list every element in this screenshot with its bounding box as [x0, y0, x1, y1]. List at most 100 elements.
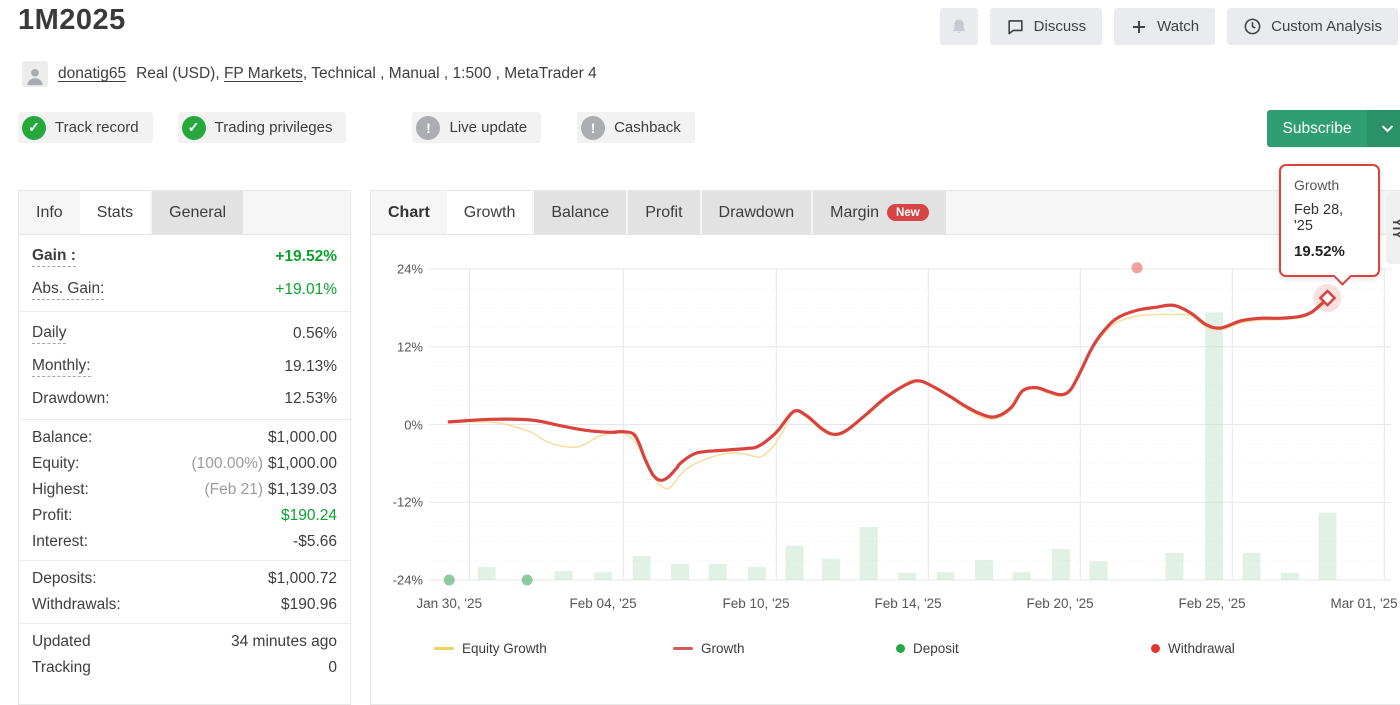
stat-row-drawdown: Drawdown: 12.53%	[19, 383, 350, 414]
badge-track-record[interactable]: ✓ Track record	[18, 112, 153, 143]
stat-label: Equity:	[32, 455, 79, 473]
stat-note: (100.00%)	[192, 455, 264, 472]
stats-panel-tabs: Info Stats General	[19, 191, 350, 235]
tab-profit[interactable]: Profit	[628, 191, 699, 234]
new-badge: New	[887, 204, 929, 221]
badge-cashback[interactable]: ! Cashback	[577, 112, 695, 143]
bell-icon	[949, 17, 969, 37]
subscribe-label: Subscribe	[1267, 120, 1367, 138]
stat-value: +19.52%	[275, 248, 337, 266]
x-tick: Mar 01, '25	[1331, 596, 1398, 611]
stat-value: -$5.66	[293, 533, 337, 551]
username-link[interactable]: donatig65	[58, 65, 126, 83]
tab-margin[interactable]: Margin New	[813, 191, 946, 234]
stat-value: 0.56%	[293, 325, 337, 343]
page-title: 1M2025	[18, 4, 126, 37]
watch-label: Watch	[1157, 18, 1199, 35]
badge-label: Cashback	[614, 119, 681, 136]
stat-label: Deposits:	[32, 570, 97, 588]
avatar	[22, 61, 48, 87]
cashflow-group: Deposits: $1,000.72 Withdrawals: $190.96	[19, 561, 350, 624]
legend-deposit[interactable]: Deposit	[896, 641, 959, 656]
stat-note: (Feb 21)	[204, 481, 263, 498]
x-tick: Feb 25, '25	[1179, 596, 1246, 611]
legend-label: Equity Growth	[462, 641, 547, 656]
legend-equity-growth[interactable]: Equity Growth	[434, 641, 547, 656]
tab-general[interactable]: General	[152, 191, 243, 234]
check-icon: ✓	[182, 116, 206, 140]
stat-label: Profit:	[32, 507, 72, 525]
discuss-label: Discuss	[1034, 18, 1087, 35]
stat-row-withdrawals: Withdrawals: $190.96	[19, 592, 350, 618]
stat-row-profit: Profit: $190.24	[19, 503, 350, 529]
exclamation-icon: !	[581, 116, 605, 140]
stat-value: $190.24	[281, 507, 337, 525]
chart-legend: Equity Growth Growth Deposit Withdrawal	[371, 641, 1400, 659]
side-tab-text: YIY	[1390, 218, 1400, 239]
stat-value: +19.01%	[275, 281, 337, 299]
badge-label: Trading privileges	[215, 119, 333, 136]
tab-stats[interactable]: Stats	[80, 191, 150, 234]
tab-balance[interactable]: Balance	[534, 191, 626, 234]
stat-value: 19.13%	[284, 358, 337, 376]
stat-label: Highest:	[32, 481, 89, 499]
chart-tabs: Chart Growth Balance Profit Drawdown Mar…	[371, 191, 1400, 235]
period-group: Daily 0.56% Monthly: 19.13% Drawdown: 12…	[19, 312, 350, 420]
verification-badges: ✓ Track record ✓ Trading privileges ! Li…	[18, 112, 695, 143]
clipped-vertical-side-tab[interactable]: YIY	[1386, 192, 1400, 264]
stat-value: $1,000.72	[268, 570, 337, 588]
watch-button[interactable]: Watch	[1114, 8, 1215, 45]
plus-icon	[1130, 18, 1148, 36]
legend-label: Deposit	[913, 641, 959, 656]
stat-row-daily: Daily 0.56%	[19, 317, 350, 350]
badge-trading-privileges[interactable]: ✓ Trading privileges	[178, 112, 347, 143]
subscribe-button[interactable]: Subscribe	[1267, 110, 1400, 147]
notifications-bell-button[interactable]	[940, 8, 978, 45]
y-tick: 24%	[397, 262, 423, 277]
stat-label: Balance:	[32, 429, 92, 447]
stat-label: Withdrawals:	[32, 596, 121, 614]
withdrawal-swatch	[1151, 644, 1160, 653]
x-axis-labels: Jan 30, '25Feb 04, '25Feb 10, '25Feb 14,…	[429, 596, 1391, 612]
legend-label: Growth	[701, 641, 745, 656]
y-tick: -24%	[393, 573, 423, 588]
tab-info[interactable]: Info	[19, 191, 80, 234]
check-icon: ✓	[22, 116, 46, 140]
custom-analysis-button[interactable]: Custom Analysis	[1227, 8, 1398, 45]
chart-panel: Chart Growth Balance Profit Drawdown Mar…	[370, 190, 1400, 705]
clock-icon	[1243, 17, 1262, 36]
stat-label: Drawdown:	[32, 390, 110, 408]
tab-drawdown[interactable]: Drawdown	[702, 191, 812, 234]
x-tick: Feb 14, '25	[875, 596, 942, 611]
legend-growth[interactable]: Growth	[673, 641, 745, 656]
y-axis-labels: 24%12%0%-12%-24%	[379, 269, 423, 580]
account-type: Real (USD),	[136, 65, 220, 82]
legend-label: Withdrawal	[1168, 641, 1235, 656]
y-tick: -12%	[393, 495, 423, 510]
tab-growth[interactable]: Growth	[447, 191, 533, 234]
tooltip-value: 19.52%	[1294, 243, 1365, 260]
stat-label: Monthly:	[32, 357, 91, 377]
stat-value: 34 minutes ago	[231, 633, 337, 651]
stat-row-deposits: Deposits: $1,000.72	[19, 566, 350, 592]
stat-value: 0	[328, 659, 337, 677]
legend-withdrawal[interactable]: Withdrawal	[1151, 641, 1235, 656]
top-actions: Discuss Watch Custom Analysis	[940, 8, 1398, 45]
subscribe-dropdown-toggle[interactable]	[1367, 110, 1400, 147]
badge-label: Track record	[55, 119, 139, 136]
badge-live-update[interactable]: ! Live update	[412, 112, 541, 143]
discuss-icon	[1006, 17, 1025, 36]
gain-group: Gain : +19.52% Abs. Gain: +19.01%	[19, 235, 350, 312]
growth-chart-plot[interactable]: Jan 30, '25Feb 04, '25Feb 10, '25Feb 14,…	[429, 269, 1391, 580]
stat-row-interest: Interest: -$5.66	[19, 529, 350, 555]
x-tick: Feb 10, '25	[723, 596, 790, 611]
broker-link[interactable]: FP Markets	[224, 65, 303, 82]
stat-row-equity: Equity: (100.00%)$1,000.00	[19, 451, 350, 477]
stat-row-balance: Balance: $1,000.00	[19, 425, 350, 451]
stat-label: Updated	[32, 633, 91, 651]
stat-row-updated: Updated 34 minutes ago	[19, 629, 350, 655]
growth-swatch	[673, 647, 693, 650]
stat-row-gain: Gain : +19.52%	[19, 240, 350, 273]
discuss-button[interactable]: Discuss	[990, 8, 1103, 45]
stat-value: $1,000.00	[268, 429, 337, 447]
